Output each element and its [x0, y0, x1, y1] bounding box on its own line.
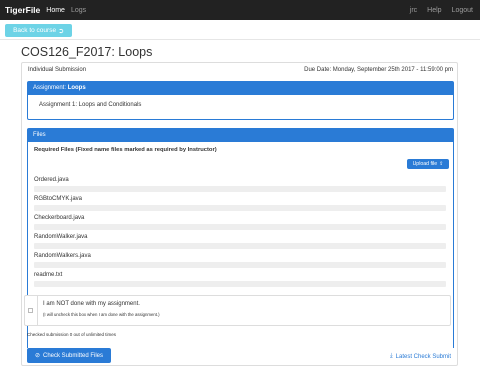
top-navbar: TigerFile Home Logs jrc Help Logout: [0, 0, 480, 20]
latest-check-submit-label: Latest Check Submit: [395, 353, 451, 360]
checkbox-separator: [37, 296, 38, 325]
file-progress-bar: [34, 186, 446, 192]
file-item[interactable]: RandomWalker.java: [34, 234, 446, 249]
brand-logo[interactable]: TigerFile: [5, 5, 40, 15]
back-to-course-label: Back to course: [13, 27, 57, 34]
header-divider: [0, 39, 480, 40]
file-name: readme.txt: [34, 272, 63, 278]
check-submitted-files-button[interactable]: ⊘ Check Submitted Files: [27, 348, 111, 363]
assignment-header-prefix: Assignment:: [33, 85, 67, 91]
nav-link-logs[interactable]: Logs: [71, 7, 86, 14]
file-item[interactable]: readme.txt: [34, 272, 446, 287]
nav-link-help[interactable]: Help: [427, 7, 441, 14]
submission-type: Individual Submission: [28, 67, 87, 73]
nav-link-logout[interactable]: Logout: [452, 7, 473, 14]
done-checkbox-label: I am NOT done with my assignment.: [43, 301, 140, 307]
page-title: COS126_F2017: Loops: [21, 45, 153, 59]
assignment-description: Assignment 1: Loops and Conditionals: [39, 102, 142, 108]
files-panel-header: Files: [28, 129, 453, 142]
file-progress-bar: [34, 205, 446, 211]
nav-link-home[interactable]: Home: [46, 7, 65, 14]
done-checkbox-box: I am NOT done with my assignment. (I wil…: [24, 295, 451, 326]
download-icon: ⤓: [389, 353, 393, 359]
due-date: Due Date: Monday, September 25th 2017 - …: [304, 67, 453, 73]
back-to-course-button[interactable]: Back to course ➲: [5, 24, 72, 37]
file-name: RandomWalkers.java: [34, 253, 91, 259]
file-name: RGBtoCMYK.java: [34, 196, 83, 202]
file-name: Checkerboard.java: [34, 215, 85, 221]
file-item[interactable]: RandomWalkers.java: [34, 253, 446, 268]
file-item[interactable]: Checkerboard.java: [34, 215, 446, 230]
done-checkbox-note: (I will uncheck this box when I am done …: [43, 312, 160, 317]
upload-file-label: Upload file: [412, 161, 438, 167]
required-files-label: Required Files (Fixed name files marked …: [34, 147, 217, 153]
file-progress-bar: [34, 224, 446, 230]
file-name: Ordered.java: [34, 177, 69, 183]
file-progress-bar: [34, 262, 446, 268]
arrow-circle-icon: ➲: [58, 27, 64, 35]
submission-container: Individual Submission Due Date: Monday, …: [21, 62, 458, 366]
checked-submission-count: Checked submission 0 out of unlimited ti…: [27, 332, 117, 337]
nav-link-user[interactable]: jrc: [410, 7, 417, 14]
file-item[interactable]: Ordered.java: [34, 177, 446, 192]
assignment-name: Loops: [67, 85, 86, 91]
check-circle-icon: ⊘: [34, 353, 40, 359]
nav-right-group: jrc Help Logout: [410, 7, 473, 14]
assignment-panel-header: Assignment: Loops: [28, 82, 453, 95]
file-item[interactable]: RGBtoCMYK.java: [34, 196, 446, 211]
file-progress-bar: [34, 281, 446, 287]
latest-check-submit-link[interactable]: ⤓ Latest Check Submit: [390, 353, 451, 360]
check-submitted-files-label: Check Submitted Files: [43, 352, 104, 359]
upload-icon: ⇪: [439, 161, 444, 167]
submission-info-row: Individual Submission Due Date: Monday, …: [28, 67, 453, 73]
done-checkbox[interactable]: [28, 308, 33, 313]
file-name: RandomWalker.java: [34, 234, 88, 240]
assignment-panel: Assignment: Loops Assignment 1: Loops an…: [27, 81, 454, 120]
file-progress-bar: [34, 243, 446, 249]
upload-file-button[interactable]: Upload file ⇪: [407, 159, 449, 169]
